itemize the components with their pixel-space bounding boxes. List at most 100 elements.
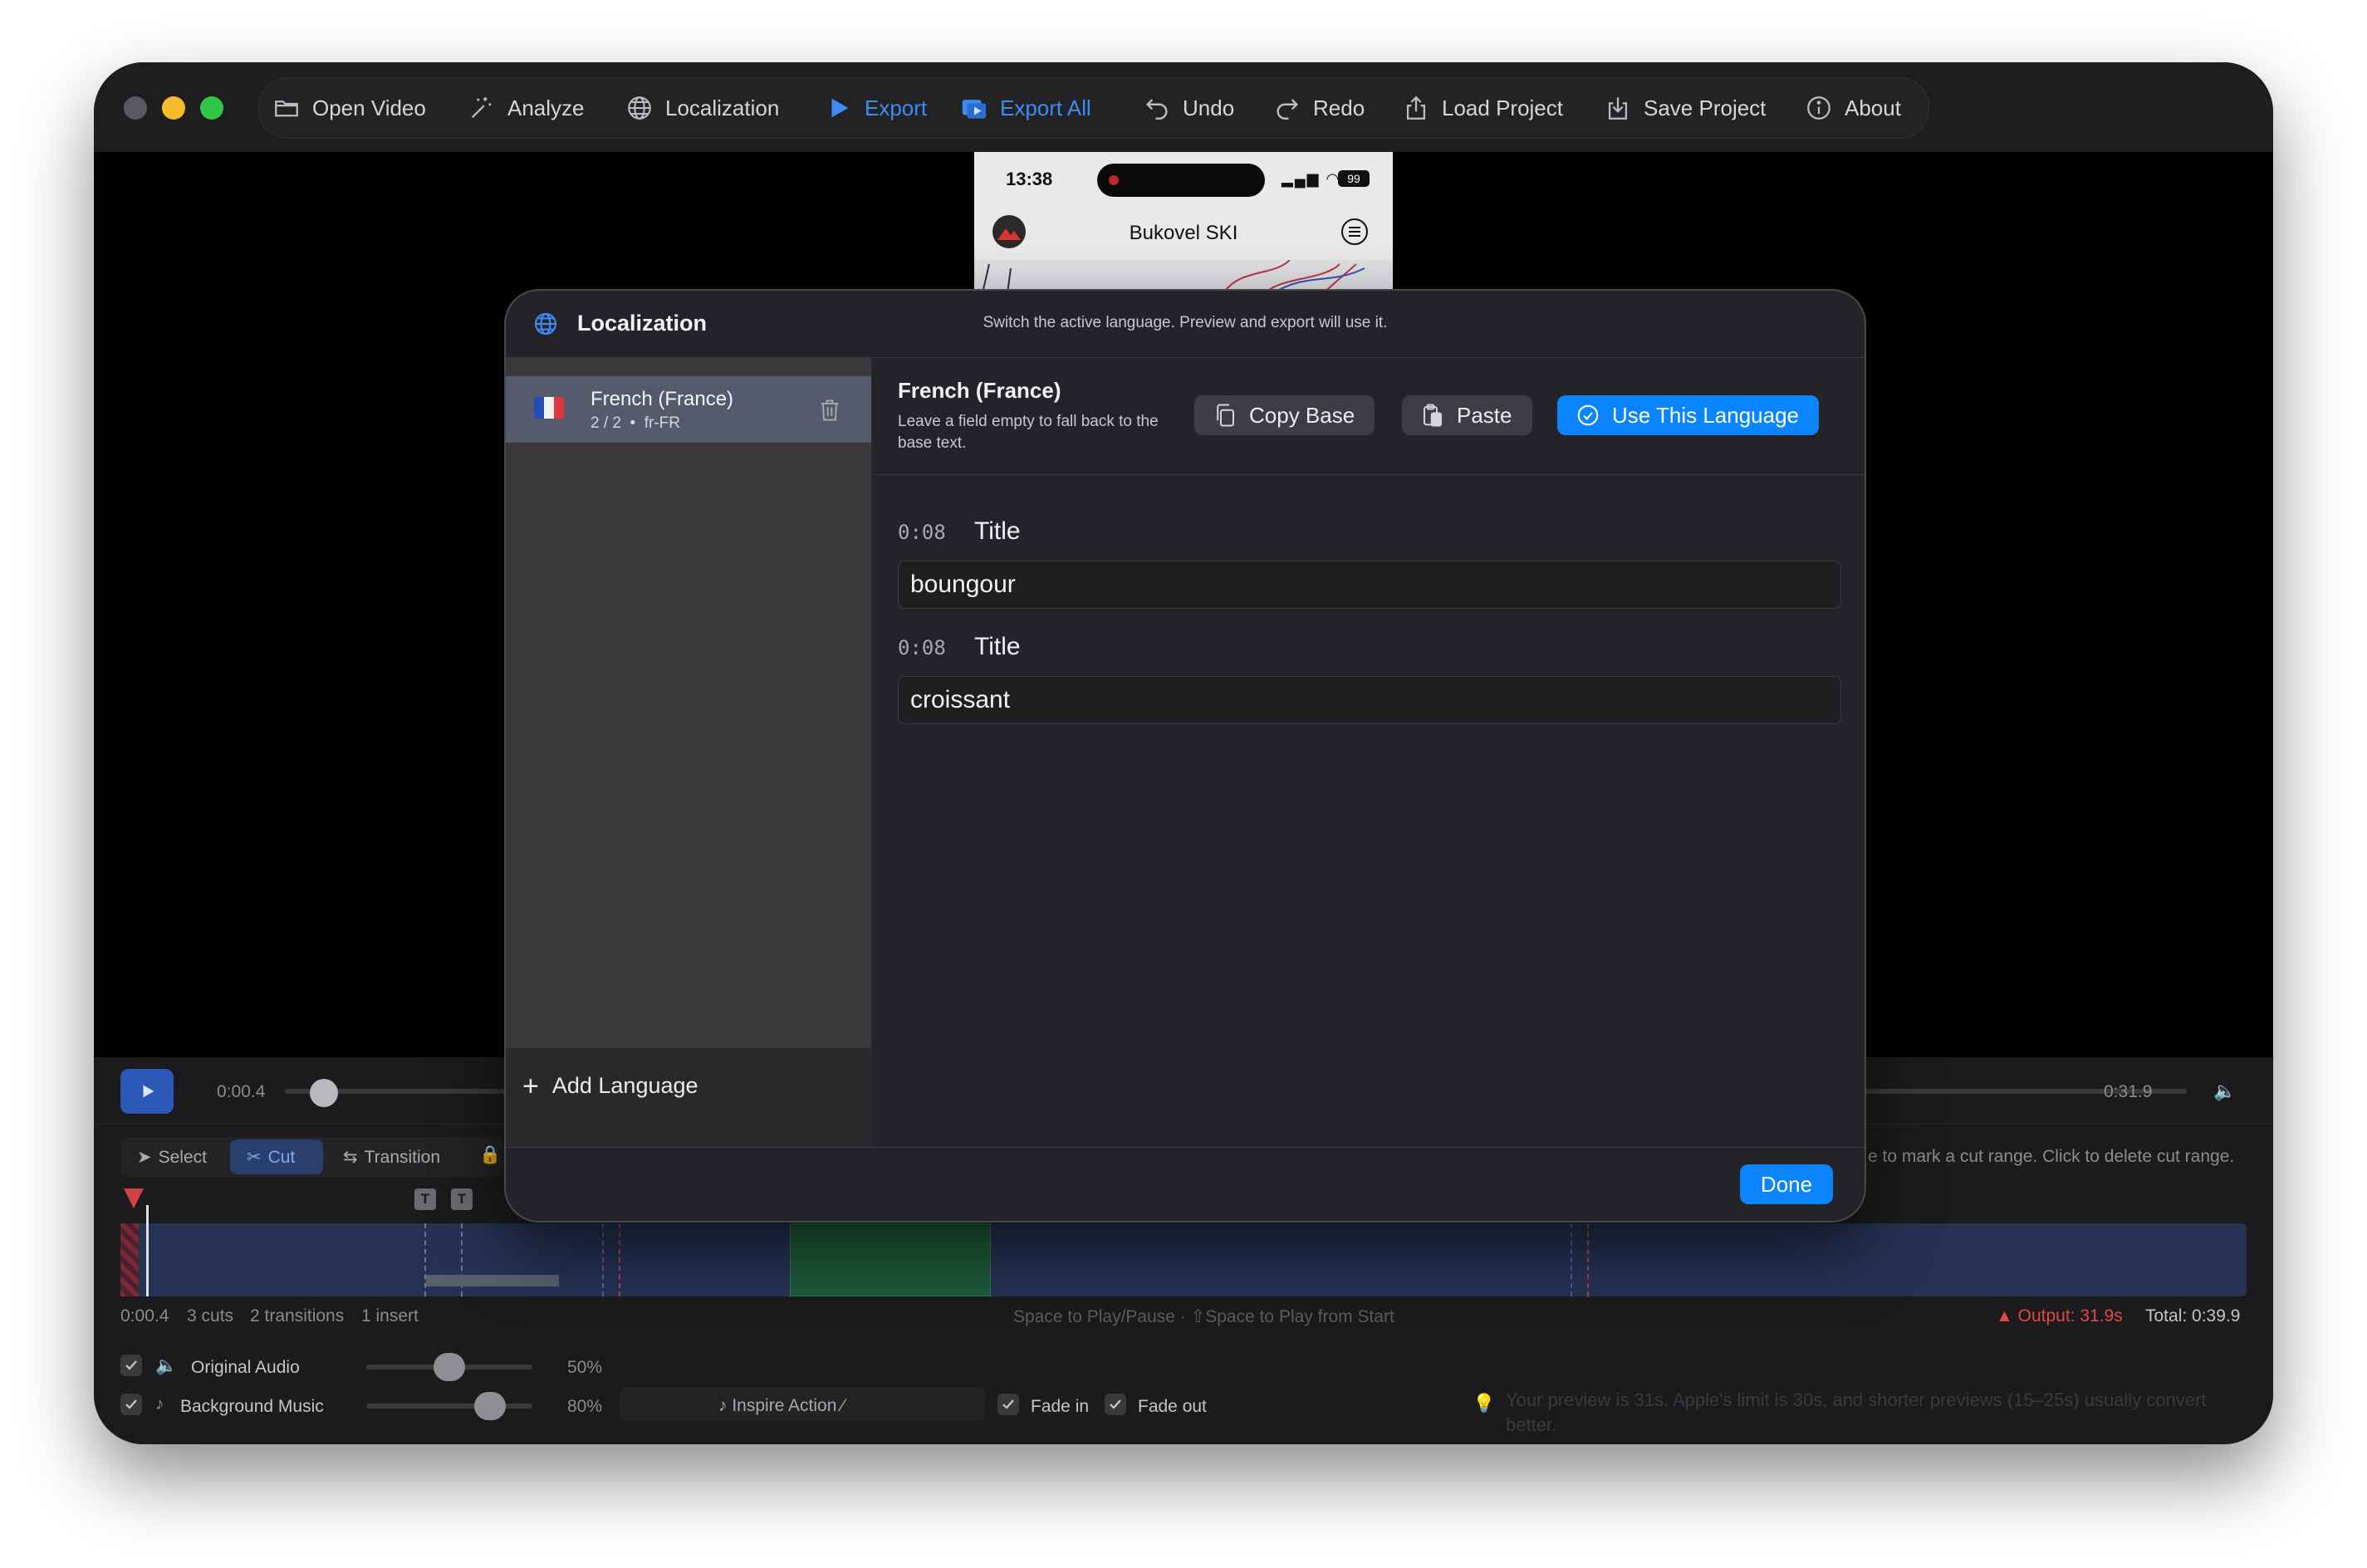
paste-label: Paste <box>1457 402 1512 428</box>
stats-transitions: 2 transitions <box>250 1306 345 1325</box>
about-button[interactable]: About <box>1805 94 1901 122</box>
background-music-value: 80% <box>567 1397 603 1416</box>
export-button[interactable]: Export <box>825 94 927 122</box>
current-time: 0:00.4 <box>217 1082 266 1101</box>
cut-marker[interactable] <box>1587 1223 1589 1296</box>
total-duration: Total: 0:39.9 <box>2145 1306 2241 1325</box>
plus-icon: + <box>522 1070 539 1102</box>
load-project-button[interactable]: Load Project <box>1402 94 1563 122</box>
export-label: Export <box>865 95 928 120</box>
trash-icon[interactable] <box>818 398 841 423</box>
detail-divider <box>872 474 1865 475</box>
original-audio-label: Original Audio <box>191 1358 300 1377</box>
cut-range-start[interactable] <box>120 1223 139 1296</box>
play-icon <box>143 1085 154 1098</box>
toolbar: Open Video Analyze Localization Export E… <box>94 62 2273 152</box>
open-video-button[interactable]: Open Video <box>272 94 426 122</box>
background-music-checkbox[interactable] <box>120 1394 142 1415</box>
redo-button[interactable]: Redo <box>1273 94 1365 122</box>
load-project-label: Load Project <box>1442 95 1563 120</box>
title-marker-icon[interactable]: T <box>451 1188 473 1210</box>
localization-label: Localization <box>665 95 780 120</box>
original-audio-slider-thumb[interactable] <box>434 1353 465 1381</box>
cursor-icon: ➤ <box>137 1148 152 1167</box>
zoom-window-button[interactable] <box>200 96 223 120</box>
checkmark-icon <box>125 1399 137 1409</box>
translation-field[interactable]: boungour <box>898 561 1841 609</box>
language-item-fr-fr[interactable]: French (France) 2 / 2 • fr-FR <box>506 376 871 443</box>
checkmark-icon <box>1002 1399 1014 1409</box>
timeline-hint: e to mark a cut range. Click to delete c… <box>1868 1147 2235 1166</box>
language-list: French (France) 2 / 2 • fr-FR + Add Lang… <box>506 358 872 1221</box>
entry-timestamp: 0:08 <box>898 521 946 544</box>
minimize-window-button[interactable] <box>162 96 185 120</box>
shortcut-hint: Space to Play/Pause · ⇧Space to Play fro… <box>1013 1307 1394 1326</box>
fade-out-checkbox[interactable] <box>1105 1394 1126 1415</box>
open-video-label: Open Video <box>312 95 426 120</box>
analyze-button[interactable]: Analyze <box>468 94 585 122</box>
menu-icon <box>1341 218 1368 245</box>
insert-clip[interactable] <box>790 1223 991 1296</box>
language-detail: French (France) Leave a field empty to f… <box>872 358 1865 1147</box>
original-audio-checkbox[interactable] <box>120 1355 142 1376</box>
lock-icon[interactable]: 🔒 <box>479 1145 501 1165</box>
save-project-button[interactable]: Save Project <box>1604 94 1766 122</box>
tool-transition-label: Transition <box>364 1147 441 1167</box>
copy-base-button[interactable]: Copy Base <box>1194 395 1375 435</box>
localization-dialog: Localization Switch the active language.… <box>504 289 1866 1223</box>
fade-out-label: Fade out <box>1138 1397 1207 1416</box>
language-meta: 2 / 2 • fr-FR <box>591 414 680 432</box>
tool-select-label: Select <box>158 1147 207 1167</box>
done-button[interactable]: Done <box>1740 1164 1833 1204</box>
tool-transition[interactable]: ⇆ Transition <box>343 1147 440 1168</box>
lightbulb-icon: 💡 <box>1473 1393 1496 1414</box>
translation-field[interactable]: croissant <box>898 676 1841 724</box>
export-all-button[interactable]: Export All <box>960 94 1091 122</box>
localization-button[interactable]: Localization <box>625 94 779 122</box>
entry-kind: Title <box>974 633 1021 660</box>
background-music-slider-thumb[interactable] <box>473 1392 506 1420</box>
playhead-line[interactable] <box>146 1205 149 1296</box>
title-marker-icon[interactable]: T <box>414 1188 436 1210</box>
fade-in-label: Fade in <box>1031 1397 1090 1416</box>
undo-button[interactable]: Undo <box>1143 94 1234 122</box>
tool-select[interactable]: ➤ Select <box>137 1147 207 1168</box>
playhead-icon[interactable] <box>124 1188 144 1208</box>
undo-icon <box>1145 99 1168 120</box>
stats-cuts: 3 cuts <box>187 1306 234 1325</box>
undo-label: Undo <box>1183 95 1235 120</box>
background-music-slider[interactable] <box>366 1404 532 1409</box>
tool-cut-label-group[interactable]: ✂ Cut <box>247 1147 295 1168</box>
copy-base-label: Copy Base <box>1249 402 1355 428</box>
use-this-language-label: Use This Language <box>1612 402 1800 428</box>
export-all-icon <box>962 100 987 119</box>
french-flag-icon <box>534 397 564 419</box>
checkmark-circle-icon <box>1577 404 1599 426</box>
dialog-header: Localization Switch the active language.… <box>506 291 1865 358</box>
cut-marker[interactable] <box>1571 1223 1572 1296</box>
checkmark-icon <box>125 1360 137 1370</box>
music-note-icon: ♪ <box>155 1394 164 1414</box>
paste-button[interactable]: Paste <box>1402 395 1532 435</box>
title-segment[interactable] <box>426 1275 559 1286</box>
scrubber-thumb[interactable] <box>310 1079 338 1107</box>
upload-icon <box>1406 96 1426 120</box>
add-language-button[interactable]: + Add Language <box>522 1070 698 1102</box>
fade-in-checkbox[interactable] <box>997 1394 1019 1415</box>
folder-icon <box>275 100 298 117</box>
stats-inserts: 1 insert <box>361 1306 419 1325</box>
analyze-label: Analyze <box>507 95 585 120</box>
output-duration: Output: 31.9s <box>2017 1306 2123 1325</box>
magic-wand-icon <box>471 97 492 119</box>
cut-marker[interactable] <box>602 1223 604 1296</box>
scissors-icon: ✂ <box>247 1148 262 1167</box>
paste-icon <box>1424 404 1442 427</box>
phone-preview-frame: 13:38 ▂▄▆ ◠ 99 Bukovel SKI <box>974 152 1393 293</box>
cut-marker[interactable] <box>619 1223 620 1296</box>
use-this-language-button[interactable]: Use This Language <box>1557 395 1820 435</box>
output-warning: ▲ Output: 31.9s <box>1996 1306 2123 1326</box>
play-button[interactable] <box>120 1069 174 1114</box>
duration-time: 0:31.9 <box>2104 1082 2153 1101</box>
volume-icon[interactable]: 🔈 <box>2213 1080 2236 1102</box>
close-window-button[interactable] <box>124 96 147 120</box>
